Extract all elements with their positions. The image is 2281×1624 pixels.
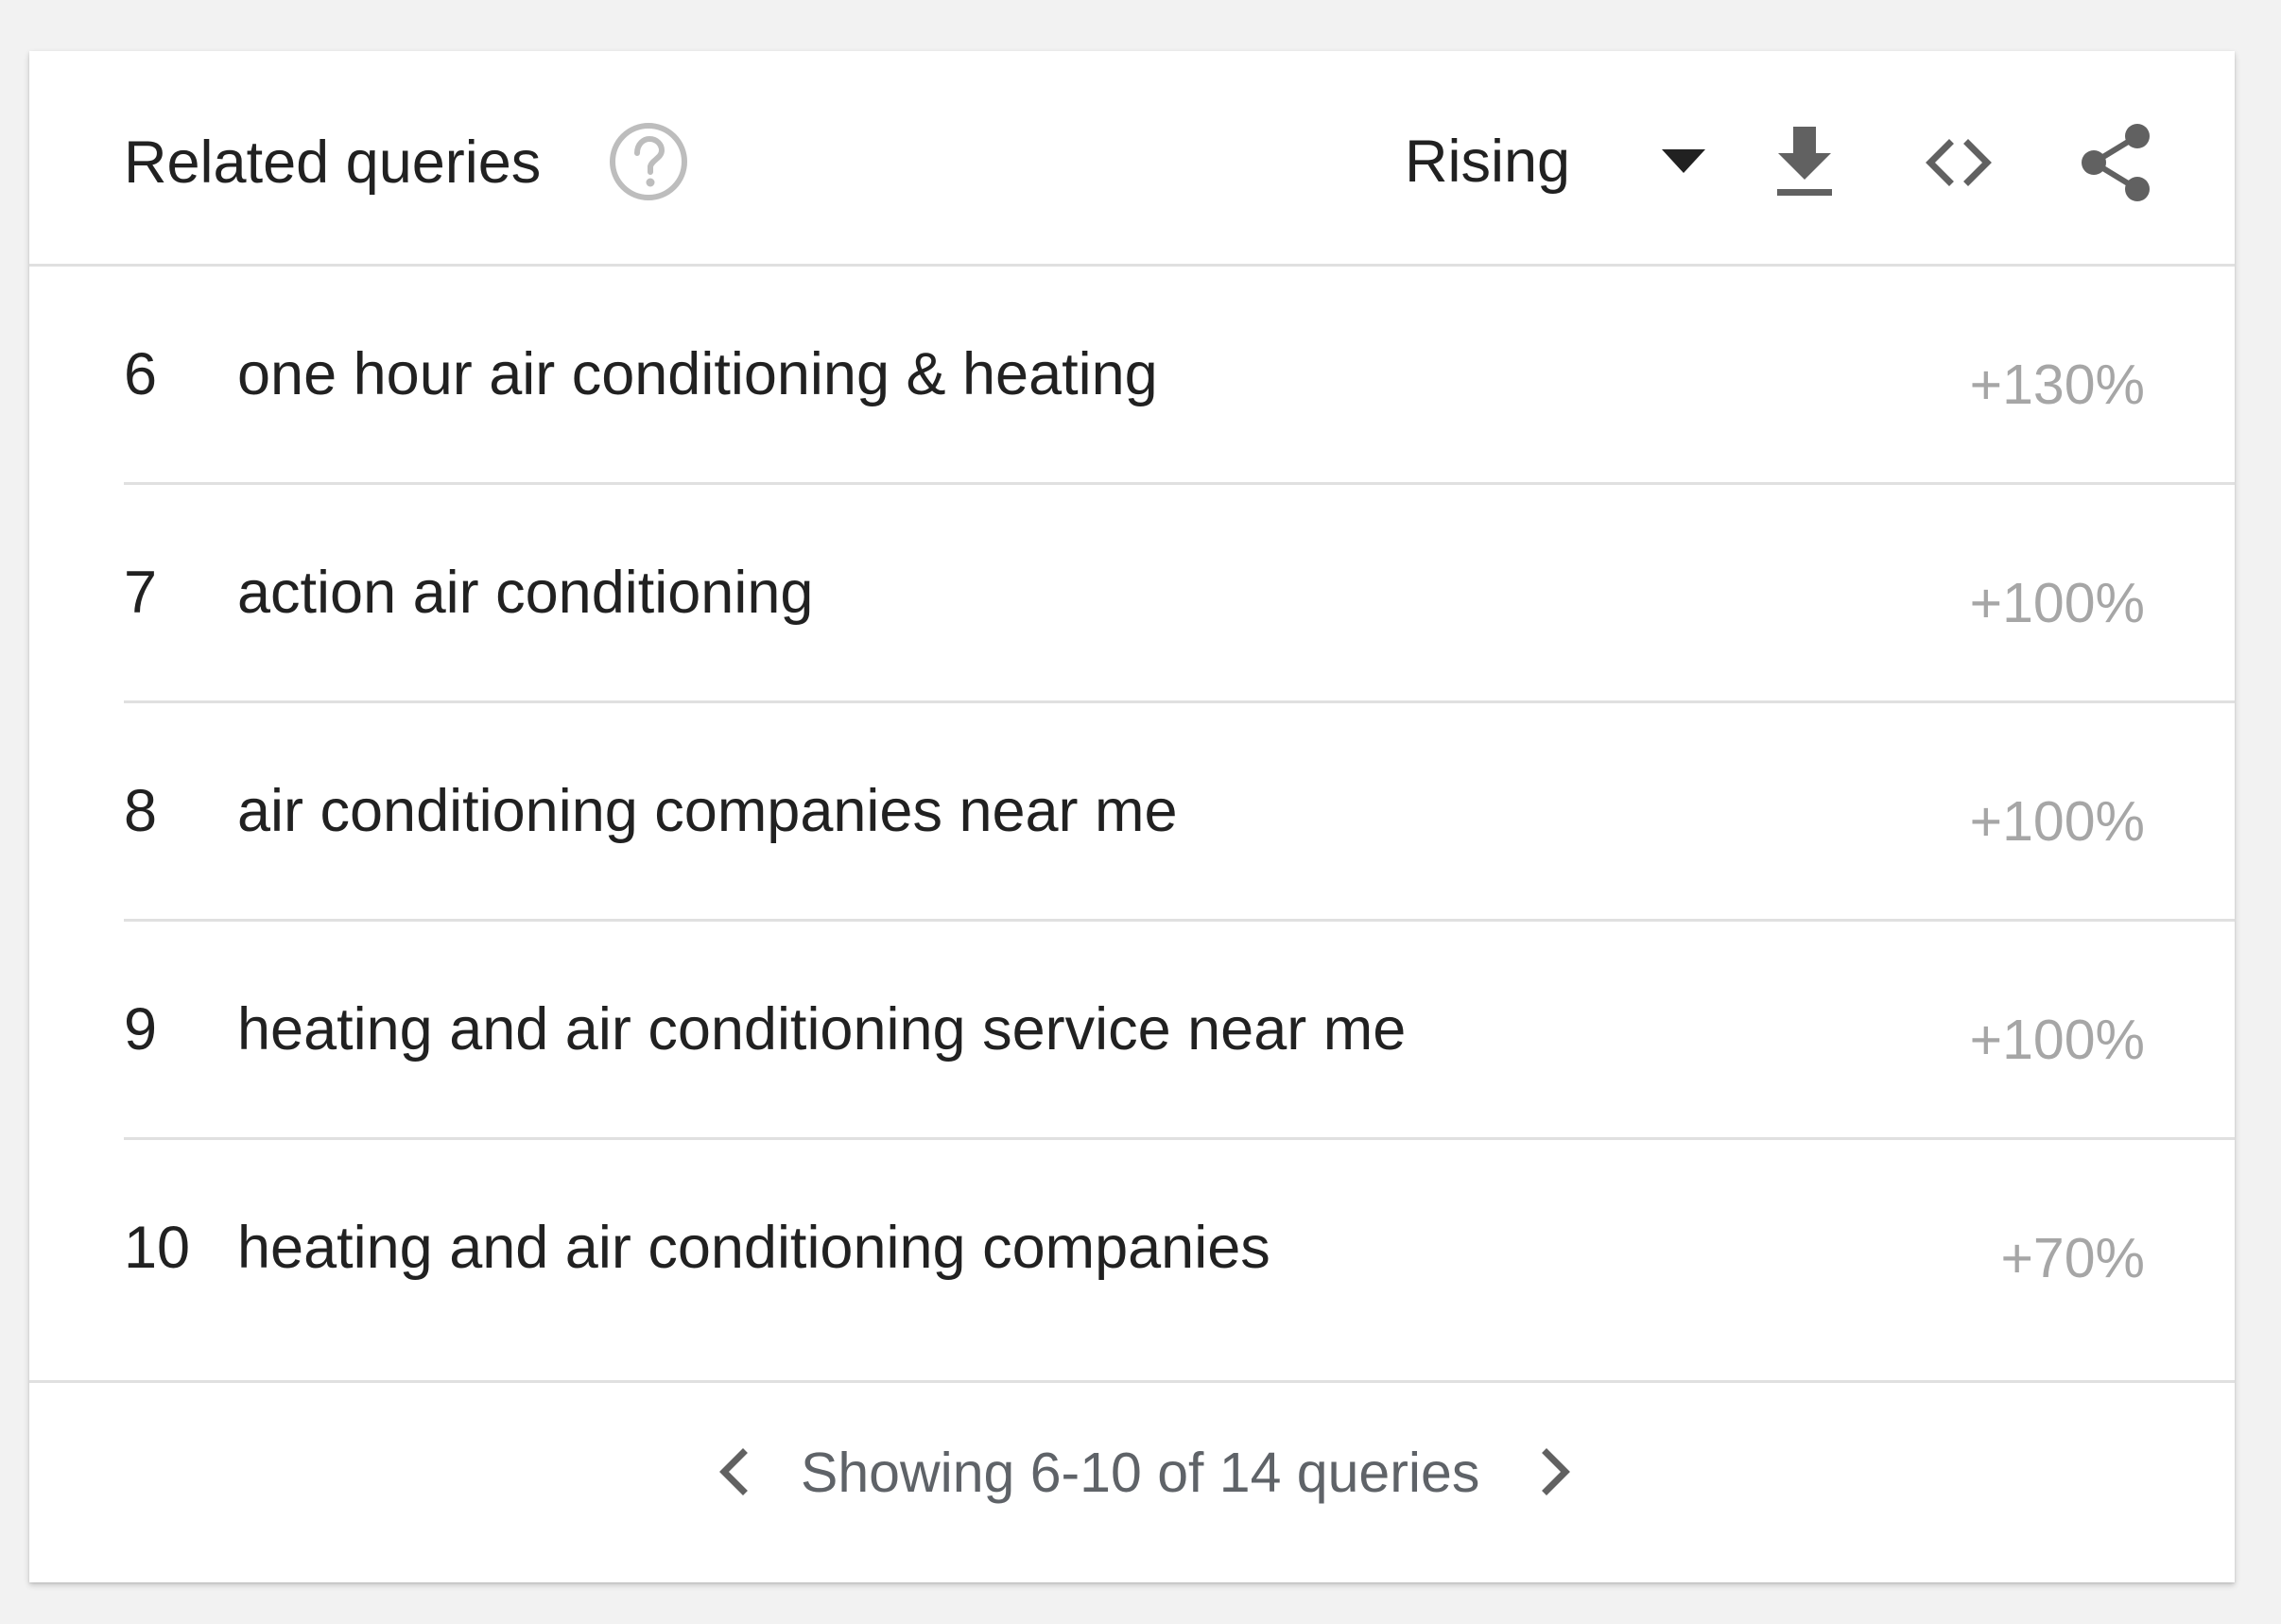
query-row[interactable]: 8 air conditioning companies near me +10… bbox=[29, 703, 2235, 922]
query-rank: 10 bbox=[124, 1215, 191, 1281]
query-rank: 6 bbox=[124, 341, 158, 407]
query-change: +100% bbox=[1969, 790, 2145, 853]
query-text[interactable]: one hour air conditioning & heating bbox=[237, 338, 1158, 410]
query-row[interactable]: 6 one hour air conditioning & heating +1… bbox=[29, 267, 2235, 485]
query-text[interactable]: action air conditioning bbox=[237, 557, 813, 629]
card-header: Related queries Rising bbox=[29, 51, 2235, 267]
query-text[interactable]: heating and air conditioning service nea… bbox=[237, 993, 1406, 1065]
query-rank: 7 bbox=[124, 560, 158, 626]
code-embed-icon[interactable] bbox=[1913, 117, 2004, 208]
query-change: +130% bbox=[1969, 354, 2145, 416]
related-queries-card: Related queries Rising 6 one hour air co… bbox=[29, 51, 2235, 1582]
sort-dropdown-value: Rising bbox=[1405, 129, 1571, 195]
query-text[interactable]: heating and air conditioning companies bbox=[237, 1212, 1270, 1284]
download-icon[interactable] bbox=[1759, 117, 1850, 208]
query-row[interactable]: 7 action air conditioning +100% bbox=[29, 485, 2235, 703]
query-change: +100% bbox=[1969, 1009, 2145, 1071]
card-title: Related queries bbox=[124, 130, 542, 196]
chevron-right-icon[interactable] bbox=[1513, 1428, 1598, 1513]
query-rank: 8 bbox=[124, 778, 158, 844]
sort-dropdown[interactable]: Rising bbox=[1405, 119, 1726, 204]
query-change: +70% bbox=[2000, 1227, 2145, 1289]
query-change: +100% bbox=[1969, 572, 2145, 634]
share-icon[interactable] bbox=[2071, 117, 2162, 208]
chevron-left-icon[interactable] bbox=[691, 1428, 776, 1513]
caret-down-icon bbox=[1660, 147, 1707, 176]
query-rank: 9 bbox=[124, 996, 158, 1063]
pagination: Showing 6-10 of 14 queries bbox=[29, 1383, 2235, 1582]
query-text[interactable]: air conditioning companies near me bbox=[237, 775, 1178, 847]
query-row[interactable]: 9 heating and air conditioning service n… bbox=[29, 922, 2235, 1140]
query-row[interactable]: 10 heating and air conditioning companie… bbox=[29, 1140, 2235, 1383]
help-circle-icon[interactable] bbox=[606, 119, 691, 204]
pagination-status: Showing 6-10 of 14 queries bbox=[801, 1442, 1480, 1504]
